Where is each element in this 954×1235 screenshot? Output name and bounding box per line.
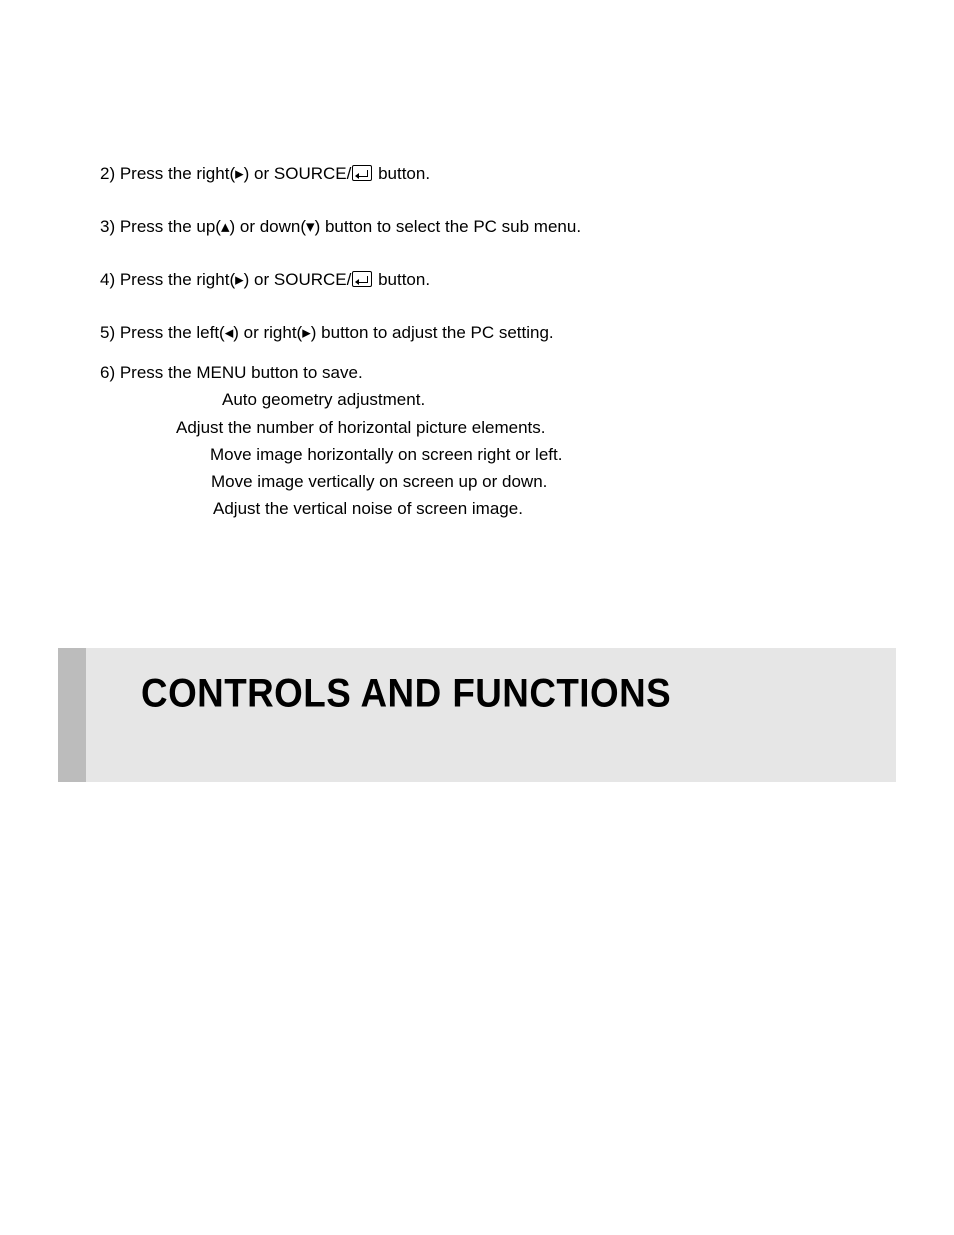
section-banner-tab: [58, 648, 86, 782]
step-3-pre: 3) Press the up(: [100, 217, 221, 236]
step-2-pre: 2) Press the right(: [100, 164, 235, 183]
step-2: 2) Press the right(▸) or SOURCE/ button.: [100, 163, 894, 185]
step-6: 6) Press the MENU button to save.: [100, 362, 894, 384]
step-2-mid: ) or SOURCE/: [244, 164, 352, 183]
step-3: 3) Press the up(▴) or down(▾) button to …: [100, 216, 894, 238]
step-4: 4) Press the right(▸) or SOURCE/ button.: [100, 269, 894, 291]
step-5: 5) Press the left(◂) or right(▸) button …: [100, 322, 894, 344]
step-4-mid: ) or SOURCE/: [244, 270, 352, 289]
enter-icon: [352, 165, 372, 181]
step-5-post: ) button to adjust the PC setting.: [311, 323, 554, 342]
section-title-text: CONTROLS AND FUNCTIONS: [141, 671, 671, 716]
step-5-pre: 5) Press the left(: [100, 323, 225, 342]
description-move-vertical: Move image vertically on screen up or do…: [211, 468, 894, 495]
page: 2) Press the right(▸) or SOURCE/ button.…: [0, 0, 954, 1235]
description-move-horizontal: Move image horizontally on screen right …: [210, 441, 894, 468]
up-arrow-icon: ▴: [221, 217, 230, 236]
description-horizontal-elements: Adjust the number of horizontal picture …: [176, 414, 894, 441]
step-3-post: ) button to select the PC sub menu.: [315, 217, 581, 236]
step-5-mid: ) or right(: [233, 323, 302, 342]
enter-icon: [352, 271, 372, 287]
step-4-post: button.: [373, 270, 430, 289]
step-6-text: 6) Press the MENU button to save.: [100, 363, 363, 382]
right-arrow-icon: ▸: [302, 323, 311, 342]
right-arrow-icon: ▸: [235, 164, 244, 183]
right-arrow-icon: ▸: [235, 270, 244, 289]
description-vertical-noise: Adjust the vertical noise of screen imag…: [213, 495, 894, 522]
section-title: CONTROLS AND FUNCTIONS: [118, 694, 694, 739]
step-2-post: button.: [373, 164, 430, 183]
section-banner: CONTROLS AND FUNCTIONS: [58, 648, 896, 782]
down-arrow-icon: ▾: [306, 217, 315, 236]
step-3-mid1: ) or down(: [230, 217, 307, 236]
left-arrow-icon: ◂: [225, 323, 234, 342]
step-4-pre: 4) Press the right(: [100, 270, 235, 289]
description-auto-geometry: Auto geometry adjustment.: [222, 386, 894, 413]
